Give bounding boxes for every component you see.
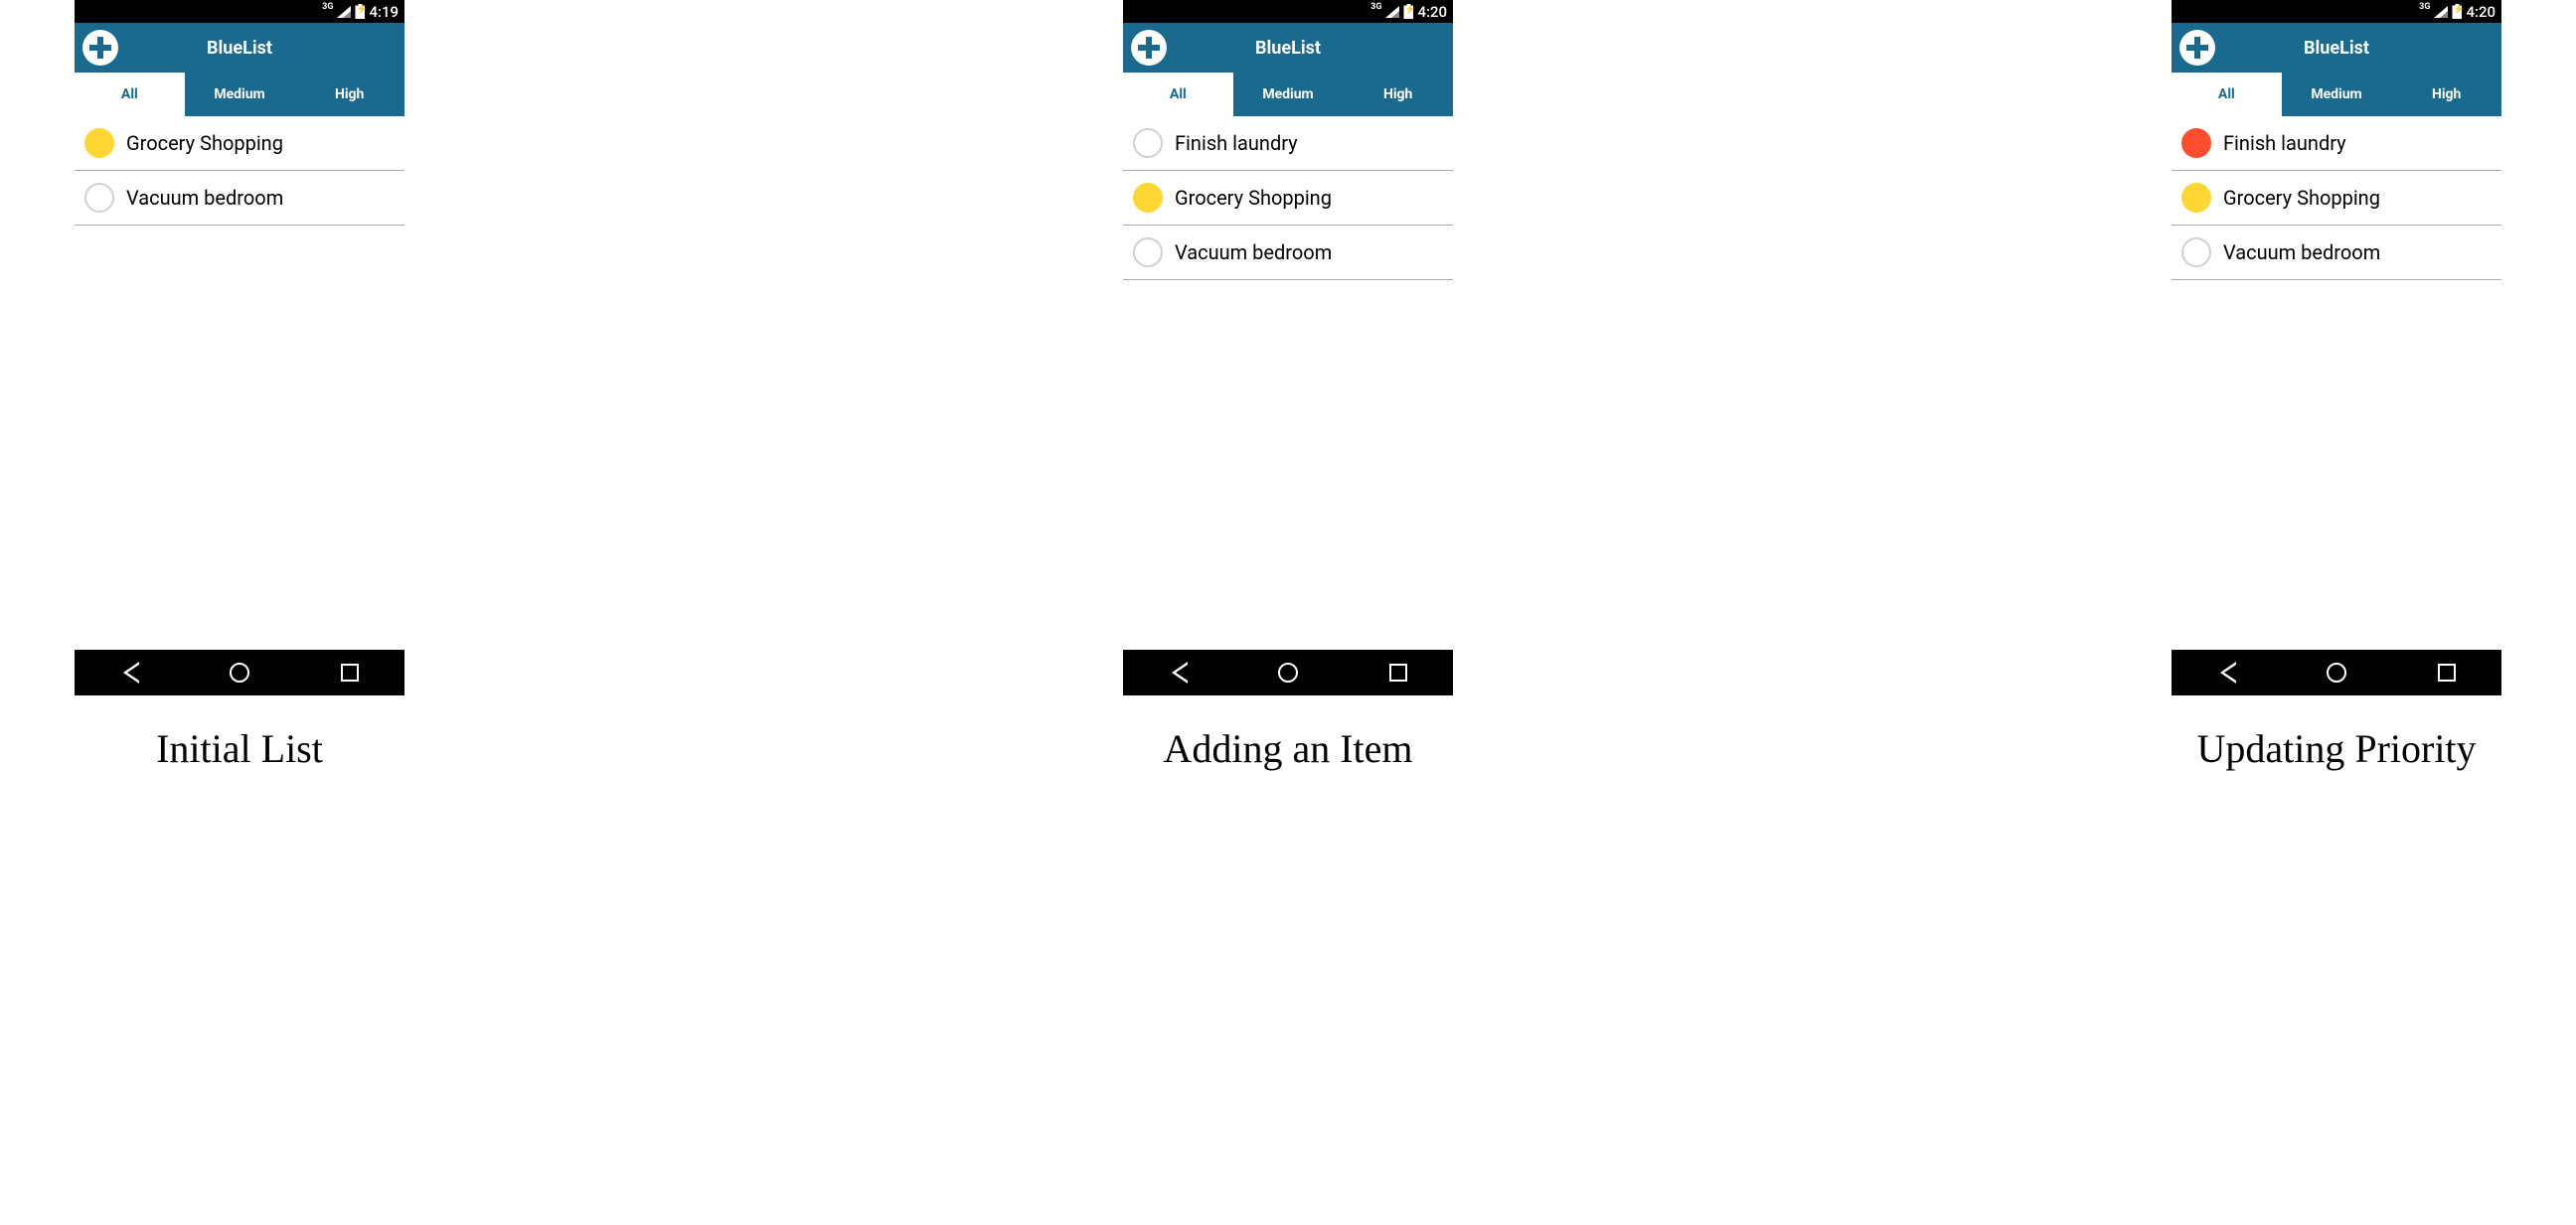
item-text: Grocery Shopping xyxy=(2223,186,2380,210)
item-text: Finish laundry xyxy=(2223,131,2346,155)
list-item[interactable]: Finish laundry xyxy=(2172,116,2501,171)
tabs-container: AllMediumHigh xyxy=(1123,73,1453,116)
app-header: BlueList xyxy=(1123,23,1453,73)
tabs-container: AllMediumHigh xyxy=(2172,73,2501,116)
plus-icon xyxy=(84,32,116,64)
network-indicator: 3G xyxy=(1370,2,1381,12)
add-item-button[interactable] xyxy=(2179,30,2215,66)
status-time: 4:20 xyxy=(1417,3,1447,21)
phone-screen-2: 3G4:20BlueListAllMediumHighFinish laundr… xyxy=(2172,0,2501,695)
home-button[interactable] xyxy=(2326,662,2347,684)
back-icon xyxy=(2218,662,2234,684)
item-text: Grocery Shopping xyxy=(1175,186,1332,210)
plus-icon xyxy=(1133,32,1165,64)
list-item[interactable]: Vacuum bedroom xyxy=(1123,226,1453,280)
battery-icon xyxy=(2452,4,2462,19)
home-icon xyxy=(230,663,249,683)
tab-medium[interactable]: Medium xyxy=(2282,73,2392,116)
back-button[interactable] xyxy=(2215,662,2237,684)
list-container: Finish laundry Grocery Shopping Vacuum bed… xyxy=(2172,116,2501,650)
home-icon xyxy=(2327,663,2346,683)
tab-medium[interactable]: Medium xyxy=(1233,73,1344,116)
phone-screen-0: 3G4:19BlueListAllMediumHighGrocery Shopp… xyxy=(75,0,404,695)
recent-apps-icon xyxy=(2438,664,2456,682)
navigation-bar xyxy=(75,650,404,695)
list-container: Finish laundry Grocery Shopping Vacuum bed… xyxy=(1123,116,1453,650)
list-item[interactable]: Grocery Shopping xyxy=(75,116,404,171)
tab-high[interactable]: High xyxy=(2391,73,2501,116)
status-bar: 3G 4:19 xyxy=(75,0,404,23)
tab-all[interactable]: All xyxy=(1123,73,1233,116)
status-bar: 3G 4:20 xyxy=(2172,0,2501,23)
network-indicator: 3G xyxy=(2419,2,2430,12)
home-icon xyxy=(1278,663,1298,683)
list-container: Grocery Shopping Vacuum bedroom xyxy=(75,116,404,650)
list-item[interactable]: Vacuum bedroom xyxy=(2172,226,2501,280)
priority-indicator[interactable] xyxy=(2181,183,2211,213)
back-icon xyxy=(121,662,137,684)
status-time: 4:19 xyxy=(369,3,399,21)
screen-caption: Adding an Item xyxy=(1163,725,1412,772)
priority-indicator[interactable] xyxy=(1133,183,1163,213)
list-item[interactable]: Grocery Shopping xyxy=(1123,171,1453,226)
recent-apps-button[interactable] xyxy=(1387,662,1409,684)
recent-apps-icon xyxy=(341,664,359,682)
screen-caption: Initial List xyxy=(156,725,323,772)
item-text: Vacuum bedroom xyxy=(126,186,283,210)
status-bar: 3G 4:20 xyxy=(1123,0,1453,23)
tabs-container: AllMediumHigh xyxy=(75,73,404,116)
battery-icon xyxy=(355,4,365,19)
add-item-button[interactable] xyxy=(1131,30,1167,66)
tab-all[interactable]: All xyxy=(2172,73,2282,116)
priority-indicator[interactable] xyxy=(1133,237,1163,267)
priority-indicator[interactable] xyxy=(2181,237,2211,267)
navigation-bar xyxy=(2172,650,2501,695)
phone-screen-1: 3G4:20BlueListAllMediumHighFinish laundr… xyxy=(1123,0,1453,695)
signal-icon xyxy=(337,6,351,18)
recent-apps-button[interactable] xyxy=(339,662,361,684)
app-header: BlueList xyxy=(2172,23,2501,73)
item-text: Vacuum bedroom xyxy=(2223,240,2380,264)
recent-apps-button[interactable] xyxy=(2436,662,2458,684)
list-item[interactable]: Vacuum bedroom xyxy=(75,171,404,226)
tab-high[interactable]: High xyxy=(1343,73,1453,116)
navigation-bar xyxy=(1123,650,1453,695)
app-title: BlueList xyxy=(207,38,272,59)
priority-indicator[interactable] xyxy=(2181,128,2211,158)
app-title: BlueList xyxy=(1255,38,1321,59)
item-text: Vacuum bedroom xyxy=(1175,240,1332,264)
tab-high[interactable]: High xyxy=(294,73,404,116)
app-header: BlueList xyxy=(75,23,404,73)
priority-indicator[interactable] xyxy=(84,128,114,158)
priority-indicator[interactable] xyxy=(84,183,114,213)
home-button[interactable] xyxy=(229,662,250,684)
recent-apps-icon xyxy=(1389,664,1407,682)
back-button[interactable] xyxy=(118,662,140,684)
back-button[interactable] xyxy=(1167,662,1189,684)
add-item-button[interactable] xyxy=(82,30,118,66)
item-text: Grocery Shopping xyxy=(126,131,283,155)
list-item[interactable]: Finish laundry xyxy=(1123,116,1453,171)
app-title: BlueList xyxy=(2304,38,2369,59)
signal-icon xyxy=(1385,6,1399,18)
battery-icon xyxy=(1403,4,1413,19)
list-item[interactable]: Grocery Shopping xyxy=(2172,171,2501,226)
plus-icon xyxy=(2181,32,2213,64)
tab-all[interactable]: All xyxy=(75,73,185,116)
back-icon xyxy=(1170,662,1186,684)
priority-indicator[interactable] xyxy=(1133,128,1163,158)
item-text: Finish laundry xyxy=(1175,131,1298,155)
tab-medium[interactable]: Medium xyxy=(185,73,295,116)
status-time: 4:20 xyxy=(2466,3,2496,21)
home-button[interactable] xyxy=(1277,662,1299,684)
signal-icon xyxy=(2434,6,2448,18)
network-indicator: 3G xyxy=(322,2,333,12)
screen-caption: Updating Priority xyxy=(2196,725,2476,772)
